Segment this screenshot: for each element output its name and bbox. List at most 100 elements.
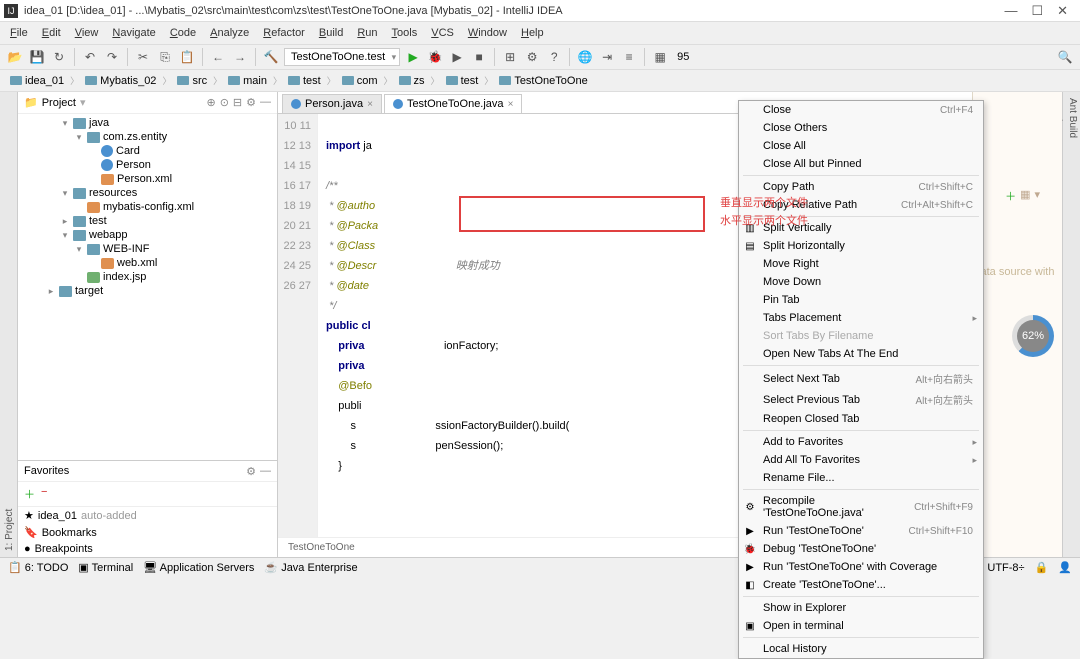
tree-item-test[interactable]: ▸test <box>18 214 277 228</box>
menu-run[interactable]: Run <box>351 25 383 41</box>
menu-code[interactable]: Code <box>164 25 202 41</box>
paste-icon[interactable]: 📋 <box>178 48 196 66</box>
sync-icon[interactable]: ↻ <box>50 48 68 66</box>
status-lock-icon[interactable]: 🔒 <box>1035 561 1049 574</box>
tree-item-mybatis-config-xml[interactable]: mybatis-config.xml <box>18 200 277 214</box>
list-icon[interactable]: ≡ <box>620 48 638 66</box>
debug-icon[interactable]: 🐞 <box>426 48 444 66</box>
menu-item-pin-tab[interactable]: Pin Tab <box>739 291 983 309</box>
menu-item-debug--testonetoone-[interactable]: 🐞Debug 'TestOneToOne' <box>739 540 983 558</box>
tree-item-card[interactable]: Card <box>18 144 277 158</box>
tree-item-java[interactable]: ▾java <box>18 116 277 130</box>
status-inspector-icon[interactable]: 👤 <box>1058 561 1072 574</box>
run-icon[interactable]: ▶ <box>404 48 422 66</box>
target-icon[interactable]: ⊙ <box>220 96 229 109</box>
menu-item-move-down[interactable]: Move Down <box>739 273 983 291</box>
menu-item-show-in-explorer[interactable]: Show in Explorer <box>739 599 983 617</box>
menu-tools[interactable]: Tools <box>386 25 424 41</box>
settings-icon[interactable]: ⚙ <box>523 48 541 66</box>
structure-icon[interactable]: ⊞ <box>501 48 519 66</box>
menu-view[interactable]: View <box>69 25 105 41</box>
menu-item-select-previous-tab[interactable]: Select Previous TabAlt+向左箭头 <box>739 389 983 410</box>
menu-item-select-next-tab[interactable]: Select Next TabAlt+向右箭头 <box>739 368 983 389</box>
leftbar-project[interactable]: 1: Project <box>2 92 17 557</box>
coverage-icon[interactable]: ▶ <box>448 48 466 66</box>
crumb-zs[interactable]: zs <box>395 74 429 88</box>
search-icon[interactable]: 🔍 <box>1056 48 1074 66</box>
tree-item-target[interactable]: ▸target <box>18 284 277 298</box>
gear-icon[interactable]: ⚙ <box>246 465 256 478</box>
run-config-dropdown[interactable]: TestOneToOne.test <box>284 48 400 66</box>
menu-item-run--testonetoone-[interactable]: ▶Run 'TestOneToOne'Ctrl+Shift+F10 <box>739 522 983 540</box>
menu-item-close-others[interactable]: Close Others <box>739 119 983 137</box>
deploy-icon[interactable]: ⇥ <box>598 48 616 66</box>
gear-icon[interactable]: ⚙ <box>246 96 256 109</box>
drop-icon[interactable]: ▾ <box>1034 188 1040 204</box>
maximize-button[interactable]: ☐ <box>1031 3 1043 19</box>
menu-help[interactable]: Help <box>515 25 550 41</box>
status-appservers[interactable]: 🖥 Application Servers <box>143 561 254 574</box>
progress-indicator[interactable]: 62% <box>1012 315 1054 357</box>
tree-item-web-inf[interactable]: ▾WEB-INF <box>18 242 277 256</box>
tree-item-web-xml[interactable]: web.xml <box>18 256 277 270</box>
menu-item-reopen-closed-tab[interactable]: Reopen Closed Tab <box>739 410 983 428</box>
add-favorite-icon[interactable]: ＋ <box>24 486 35 502</box>
menu-item-close[interactable]: CloseCtrl+F4 <box>739 101 983 119</box>
menu-vcs[interactable]: VCS <box>425 25 460 41</box>
status-javaee[interactable]: ☕ Java Enterprise <box>264 561 357 574</box>
tree-item-index-jsp[interactable]: index.jsp <box>18 270 277 284</box>
leftbar-structure[interactable]: 7: Structure <box>0 92 2 557</box>
minimize-button[interactable]: — <box>1004 3 1017 19</box>
collapse-icon[interactable]: ⊕ <box>206 96 215 109</box>
tree-item-person-xml[interactable]: Person.xml <box>18 172 277 186</box>
forward-icon[interactable]: → <box>231 48 249 66</box>
crumb-idea_01[interactable]: idea_01 <box>6 74 68 88</box>
menu-edit[interactable]: Edit <box>36 25 67 41</box>
crumb-mybatis_02[interactable]: Mybatis_02 <box>81 74 160 88</box>
open-icon[interactable]: 📂 <box>6 48 24 66</box>
editor-tab-testonetoone-java[interactable]: TestOneToOne.java× <box>384 94 522 113</box>
menu-refactor[interactable]: Refactor <box>257 25 311 41</box>
menu-analyze[interactable]: Analyze <box>204 25 255 41</box>
crumb-com[interactable]: com <box>338 74 382 88</box>
undo-icon[interactable]: ↶ <box>81 48 99 66</box>
menu-item-close-all-but-pinned[interactable]: Close All but Pinned <box>739 155 983 173</box>
menu-item-rename-file---[interactable]: Rename File... <box>739 469 983 487</box>
project-tree[interactable]: ▾java▾com.zs.entityCardPersonPerson.xml▾… <box>18 114 277 460</box>
tree-item-webapp[interactable]: ▾webapp <box>18 228 277 242</box>
menu-item-split-horizontally[interactable]: ▤Split Horizontally <box>739 237 983 255</box>
save-icon[interactable]: 💾 <box>28 48 46 66</box>
menu-item-move-right[interactable]: Move Right <box>739 255 983 273</box>
editor-tab-person-java[interactable]: Person.java× <box>282 94 382 113</box>
menu-item-add-all-to-favorites[interactable]: Add All To Favorites <box>739 451 983 469</box>
menu-file[interactable]: File <box>4 25 34 41</box>
status-encoding[interactable]: UTF-8÷ <box>987 562 1024 574</box>
menu-item-local-history[interactable]: Local History <box>739 640 983 658</box>
rightbar-antbuild[interactable]: Ant Build <box>1065 92 1080 557</box>
menu-item-create--testonetoone----[interactable]: ◧Create 'TestOneToOne'... <box>739 576 983 594</box>
grid-icon[interactable]: ▦ <box>1020 188 1030 204</box>
favorite-idea_01[interactable]: ★idea_01 auto-added <box>18 507 277 524</box>
menu-navigate[interactable]: Navigate <box>106 25 161 41</box>
menu-window[interactable]: Window <box>462 25 513 41</box>
help-icon[interactable]: ? <box>545 48 563 66</box>
hide-icon[interactable]: ⊟ <box>233 96 242 109</box>
add-icon[interactable]: ＋ <box>1005 188 1016 204</box>
minimize-panel-icon[interactable]: — <box>260 465 271 478</box>
db-icon[interactable]: ▦ <box>651 48 669 66</box>
stop-icon[interactable]: ■ <box>470 48 488 66</box>
crumb-test[interactable]: test <box>284 74 325 88</box>
tree-item-person[interactable]: Person <box>18 158 277 172</box>
crumb-src[interactable]: src <box>173 74 211 88</box>
menu-item-close-all[interactable]: Close All <box>739 137 983 155</box>
minimize-panel-icon[interactable]: — <box>260 96 271 109</box>
build-icon[interactable]: 🔨 <box>262 48 280 66</box>
copy-icon[interactable]: ⎘ <box>156 48 174 66</box>
back-icon[interactable]: ← <box>209 48 227 66</box>
crumb-main[interactable]: main <box>224 74 271 88</box>
menu-item-add-to-favorites[interactable]: Add to Favorites <box>739 433 983 451</box>
menu-item-recompile--testonetoone-java-[interactable]: ⚙Recompile 'TestOneToOne.java'Ctrl+Shift… <box>739 492 983 522</box>
menu-item-tabs-placement[interactable]: Tabs Placement <box>739 309 983 327</box>
menu-item-run--testonetoone--with-coverage[interactable]: ▶Run 'TestOneToOne' with Coverage <box>739 558 983 576</box>
redo-icon[interactable]: ↷ <box>103 48 121 66</box>
